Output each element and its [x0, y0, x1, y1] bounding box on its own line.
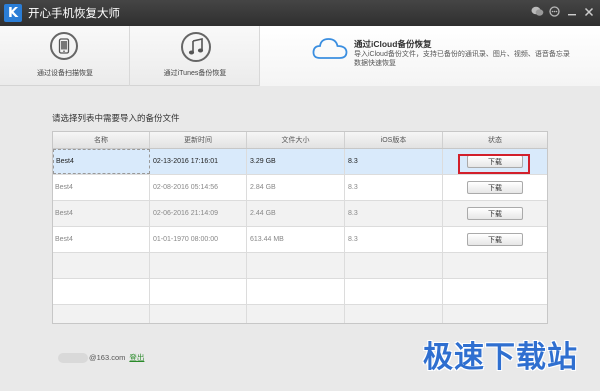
minimize-icon[interactable] [564, 4, 579, 19]
cell-name: Best4 [53, 175, 150, 200]
empty-cell [53, 253, 150, 278]
cell-updated: 02-06-2016 21:14:09 [150, 201, 247, 226]
empty-cell [150, 279, 247, 304]
tab-itunes-backup-label: 通过iTunes备份恢复 [163, 70, 227, 77]
column-header-name[interactable]: 名称 [53, 132, 150, 148]
download-button[interactable]: 下载 [467, 181, 523, 194]
cell-size: 3.29 GB [247, 149, 345, 174]
watermark-logo: 极速下载站 [423, 340, 578, 375]
cell-ios-version: 8.3 [345, 149, 443, 174]
phone-icon [50, 32, 78, 60]
empty-cell [345, 253, 443, 278]
app-title: 开心手机恢复大师 [28, 8, 120, 20]
empty-row [53, 279, 547, 305]
logout-link[interactable]: 登出 [129, 352, 144, 363]
cloud-icon [312, 36, 348, 62]
mode-tabs: 通过设备扫描恢复 通过iTunes备份恢复 通过iCloud备份恢复 导入iCl… [0, 26, 600, 86]
empty-cell [247, 279, 345, 304]
column-header-updated[interactable]: 更新时间 [150, 132, 247, 148]
tab-itunes-backup[interactable]: 通过iTunes备份恢复 [130, 26, 260, 86]
cell-updated: 01-01-1970 08:00:00 [150, 227, 247, 252]
download-button-highlight [458, 154, 530, 174]
empty-cell [345, 279, 443, 304]
cell-ios-version: 8.3 [345, 175, 443, 200]
tab-icloud-title: 通过iCloud备份恢复 [354, 39, 432, 49]
empty-row [53, 305, 547, 323]
column-header-size[interactable]: 文件大小 [247, 132, 345, 148]
title-bar: K 开心手机恢复大师 [0, 0, 600, 26]
tab-device-scan[interactable]: 通过设备扫描恢复 [0, 26, 130, 86]
instruction-text: 请选择列表中需要导入的备份文件 [52, 113, 180, 123]
account-avatar [58, 352, 88, 363]
account-email: @163.com [89, 353, 126, 362]
cell-size: 2.84 GB [247, 175, 345, 200]
table-row[interactable]: Best4 02-08-2016 05:14:56 2.84 GB 8.3 下载 [53, 175, 547, 201]
cell-name: Best4 [53, 227, 150, 252]
wechat-icon[interactable] [530, 4, 545, 19]
cell-name: Best4 [53, 201, 150, 226]
empty-cell [247, 253, 345, 278]
empty-cell [443, 253, 547, 278]
empty-cell [443, 279, 547, 304]
tab-icloud-backup[interactable]: 通过iCloud备份恢复 导入iCloud备份文件，支持已备份的通讯录、图片、视… [260, 26, 600, 86]
empty-cell [150, 253, 247, 278]
tab-device-scan-label: 通过设备扫描恢复 [37, 70, 93, 77]
feedback-icon[interactable] [547, 4, 562, 19]
cell-status: 下载 [443, 227, 547, 252]
window-controls [530, 4, 596, 19]
cell-status: 下载 [443, 201, 547, 226]
cell-status: 下载 [443, 175, 547, 200]
cell-name: Best4 [53, 149, 150, 174]
cell-ios-version: 8.3 [345, 201, 443, 226]
empty-cell [443, 305, 547, 323]
tab-icloud-description: 导入iCloud备份文件，支持已备份的通讯录、图片、视频、语音备忘录数据快速恢复 [354, 51, 570, 67]
table-row[interactable]: Best4 01-01-1970 08:00:00 613.44 MB 8.3 … [53, 227, 547, 253]
empty-cell [345, 305, 443, 323]
music-note-icon [181, 32, 211, 62]
close-icon[interactable] [581, 4, 596, 19]
cell-size: 613.44 MB [247, 227, 345, 252]
empty-cell [53, 279, 150, 304]
table-header: 名称 更新时间 文件大小 iOS版本 状态 [53, 132, 547, 149]
app-logo-icon: K [4, 4, 22, 22]
empty-cell [247, 305, 345, 323]
download-button[interactable]: 下载 [467, 207, 523, 220]
cell-updated: 02-08-2016 05:14:56 [150, 175, 247, 200]
account-info: @163.com 登出 [58, 352, 144, 363]
column-header-status[interactable]: 状态 [443, 132, 547, 148]
download-button[interactable]: 下载 [467, 233, 523, 246]
cell-updated: 02-13-2016 17:16:01 [150, 149, 247, 174]
empty-cell [150, 305, 247, 323]
empty-row [53, 253, 547, 279]
table-row[interactable]: Best4 02-06-2016 21:14:09 2.44 GB 8.3 下载 [53, 201, 547, 227]
cell-size: 2.44 GB [247, 201, 345, 226]
column-header-ios-version[interactable]: iOS版本 [345, 132, 443, 148]
cell-ios-version: 8.3 [345, 227, 443, 252]
empty-cell [53, 305, 150, 323]
